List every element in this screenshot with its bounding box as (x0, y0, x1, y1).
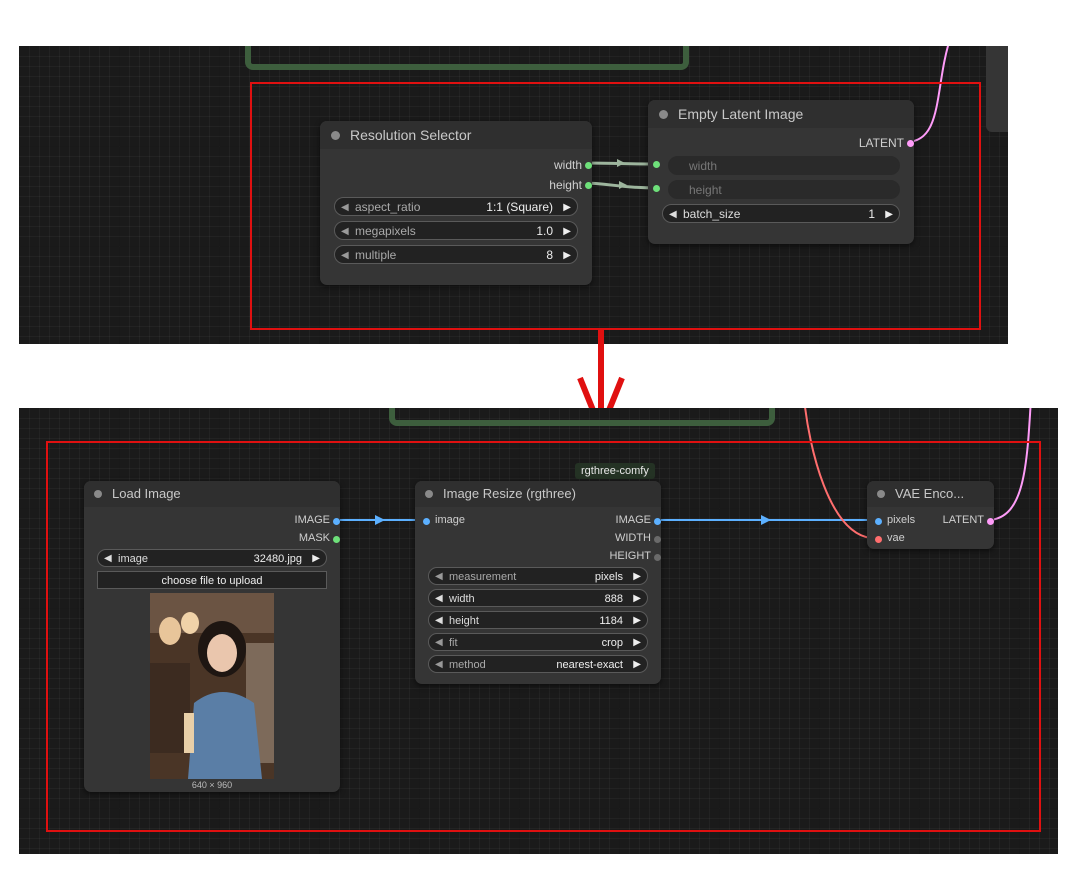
canvas-top-panel: Resolution Selector width height ◀ aspec… (19, 46, 1008, 344)
highlight-box-bottom (46, 441, 1041, 832)
highlight-box-top (250, 82, 981, 330)
canvas-bottom-panel: Load Image IMAGE MASK ◀ image 32480.jpg … (19, 408, 1058, 854)
